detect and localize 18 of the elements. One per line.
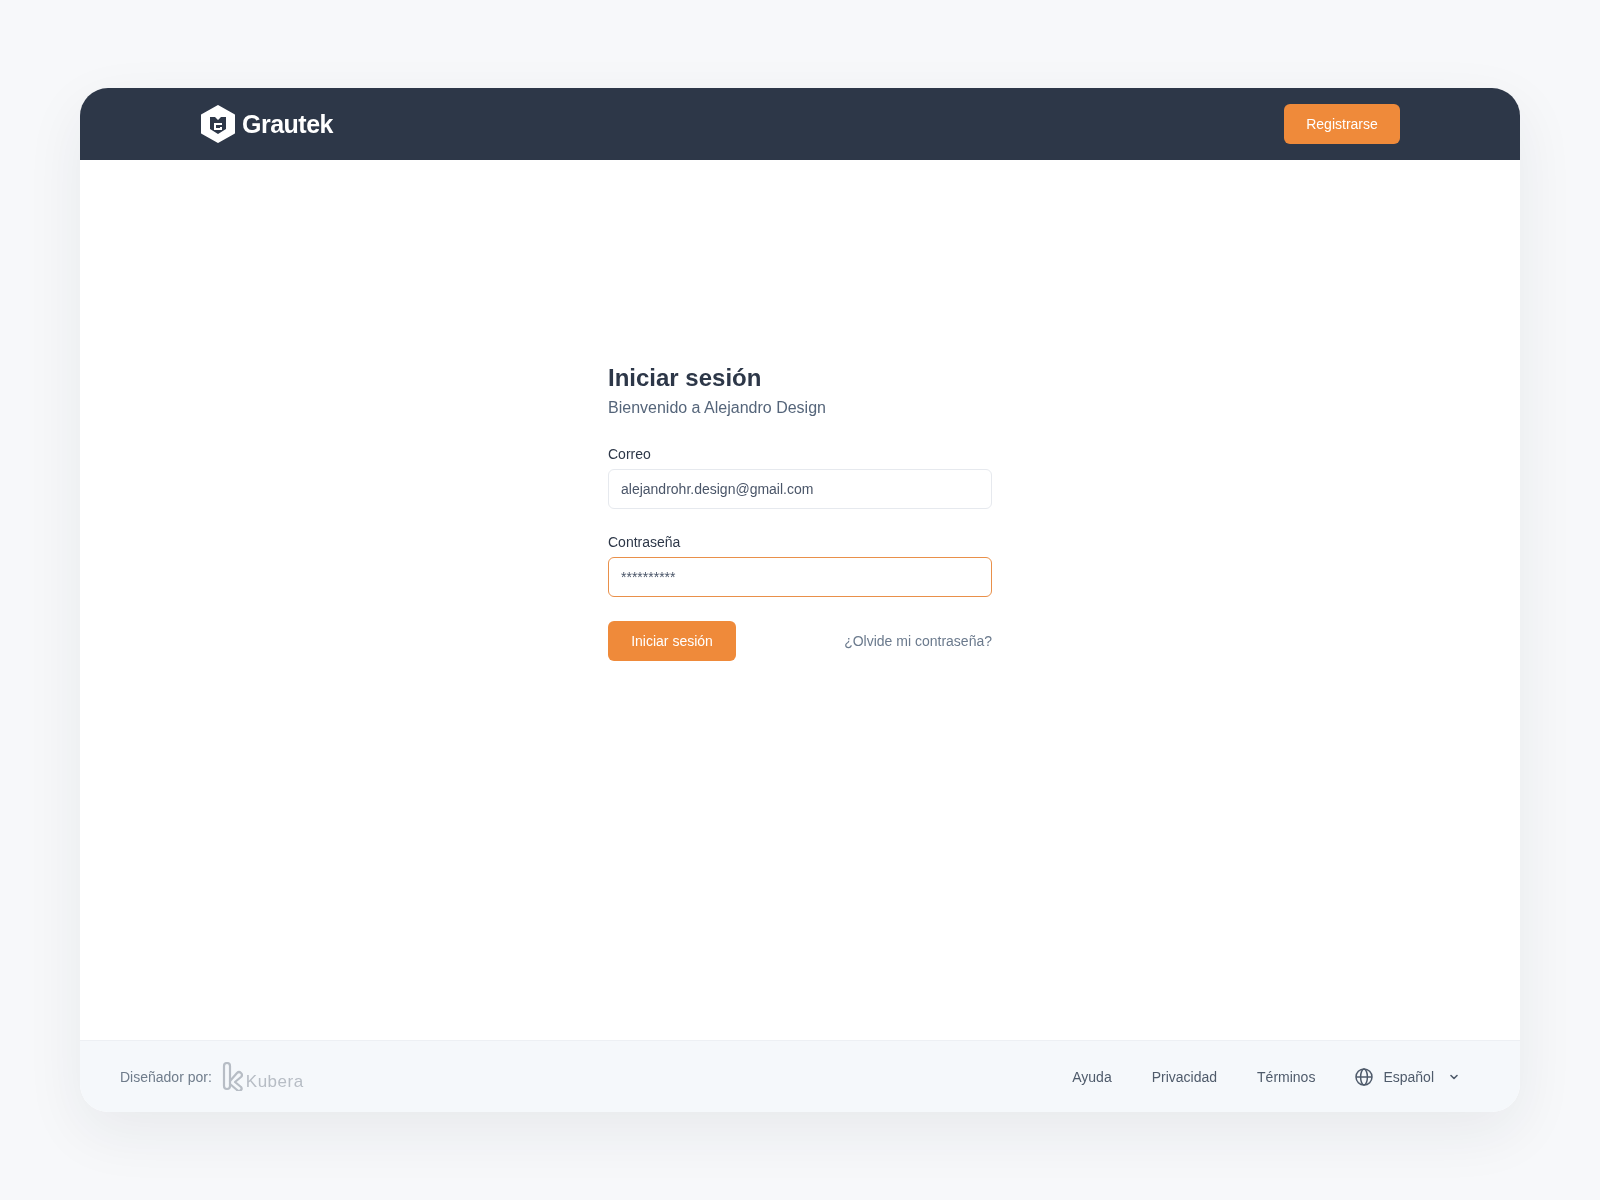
form-title: Iniciar sesión [608, 363, 762, 393]
forgot-password-link[interactable]: ¿Olvide mi contraseña? [844, 633, 992, 649]
hexagon-logo-icon [200, 105, 236, 143]
footer-link[interactable]: Privacidad [1151, 1068, 1218, 1085]
designer-credit: Diseñador por: [120, 1068, 212, 1085]
brand-wordmark: Kubera [245, 1073, 304, 1091]
field-label: Contraseña [608, 533, 681, 551]
field-label: Correo [608, 445, 651, 463]
footer-link[interactable]: Ayuda [1072, 1068, 1112, 1085]
password-field[interactable]: ********** [608, 557, 992, 597]
logo-link[interactable]: Grautek [200, 105, 333, 143]
footer-link[interactable]: Términos [1257, 1068, 1316, 1085]
form-subtitle: Bienvenido a Alejandro Design [608, 398, 826, 418]
chevron-down-icon [1450, 1073, 1458, 1080]
email-field[interactable]: alejandrohr.design@gmail.com [608, 469, 992, 509]
globe-icon [1355, 1067, 1374, 1086]
language-selector[interactable]: Español [1355, 1067, 1458, 1086]
logo-mark-icon [221, 1062, 243, 1091]
